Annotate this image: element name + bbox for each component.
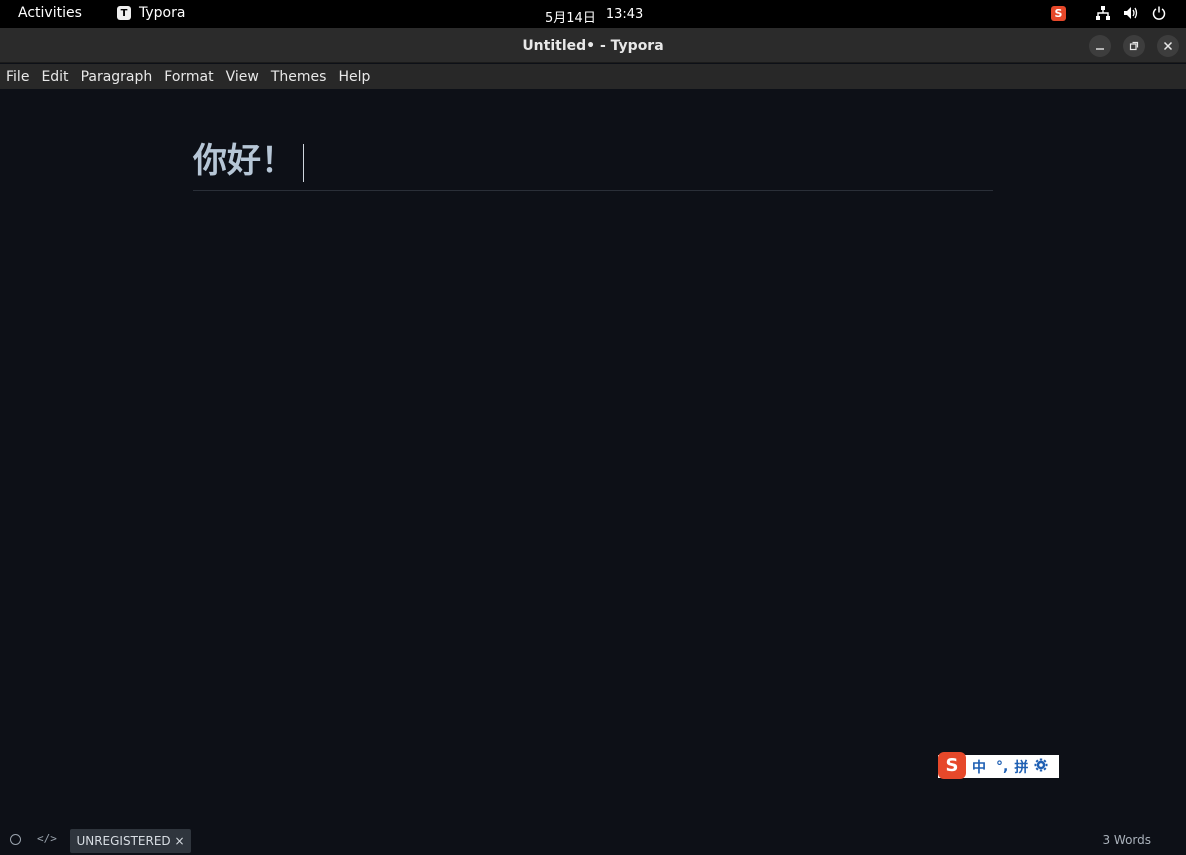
close-icon: [1163, 41, 1173, 51]
menu-format[interactable]: Format: [164, 69, 213, 85]
heading-h1[interactable]: 你好！: [193, 139, 993, 191]
sogou-ime-icon[interactable]: S: [1051, 5, 1066, 21]
minimize-button[interactable]: [1089, 35, 1111, 57]
ime-punctuation-toggle[interactable]: °,: [996, 759, 1008, 775]
menu-themes[interactable]: Themes: [271, 69, 327, 85]
menu-bar: File Edit Paragraph Format View Themes H…: [0, 64, 1186, 89]
text-caret: [303, 143, 304, 182]
sogou-logo-icon[interactable]: S: [938, 752, 966, 779]
typora-app-icon: T: [117, 6, 131, 20]
app-menu-button[interactable]: T Typora: [117, 5, 185, 21]
network-icon[interactable]: [1094, 4, 1112, 22]
app-menu-label: Typora: [139, 5, 186, 21]
ime-input-method[interactable]: 拼: [1014, 757, 1028, 777]
menu-edit[interactable]: Edit: [41, 69, 68, 85]
clock-time: 13:43: [605, 7, 644, 22]
menu-file[interactable]: File: [6, 69, 29, 85]
word-count[interactable]: 3 Words: [1102, 833, 1151, 847]
sidebar-toggle-icon[interactable]: [10, 834, 21, 845]
clock-date: 5月14日: [545, 11, 596, 26]
unregistered-badge[interactable]: UNREGISTERED ×: [70, 829, 191, 853]
minimize-icon: [1096, 48, 1104, 50]
editor-area[interactable]: 你好！: [0, 89, 1186, 825]
restore-icon: [1129, 41, 1139, 51]
gear-icon[interactable]: [1034, 758, 1048, 776]
ime-mode-toggle[interactable]: 中: [972, 757, 986, 777]
menu-help[interactable]: Help: [338, 69, 370, 85]
status-bar: </> UNREGISTERED × 3 Words: [0, 825, 1186, 855]
volume-icon[interactable]: [1122, 4, 1140, 22]
close-button[interactable]: [1157, 35, 1179, 57]
clock-button[interactable]: 5月14日 13:43: [545, 7, 643, 26]
menu-paragraph[interactable]: Paragraph: [81, 69, 153, 85]
power-icon[interactable]: [1150, 4, 1168, 22]
maximize-button[interactable]: [1123, 35, 1145, 57]
system-top-bar: Activities T Typora 5月14日 13:43 S: [0, 0, 1186, 28]
menu-view[interactable]: View: [226, 69, 259, 85]
window-title-bar[interactable]: Untitled• - Typora: [0, 28, 1186, 63]
sogou-ime-toolbar[interactable]: S 中 °, 拼: [938, 752, 1059, 779]
activities-button[interactable]: Activities: [18, 5, 82, 21]
source-code-toggle-icon[interactable]: </>: [37, 832, 57, 845]
system-tray: S: [1051, 4, 1168, 22]
window-title: Untitled• - Typora: [522, 38, 664, 54]
heading-text: 你好！: [193, 141, 295, 181]
